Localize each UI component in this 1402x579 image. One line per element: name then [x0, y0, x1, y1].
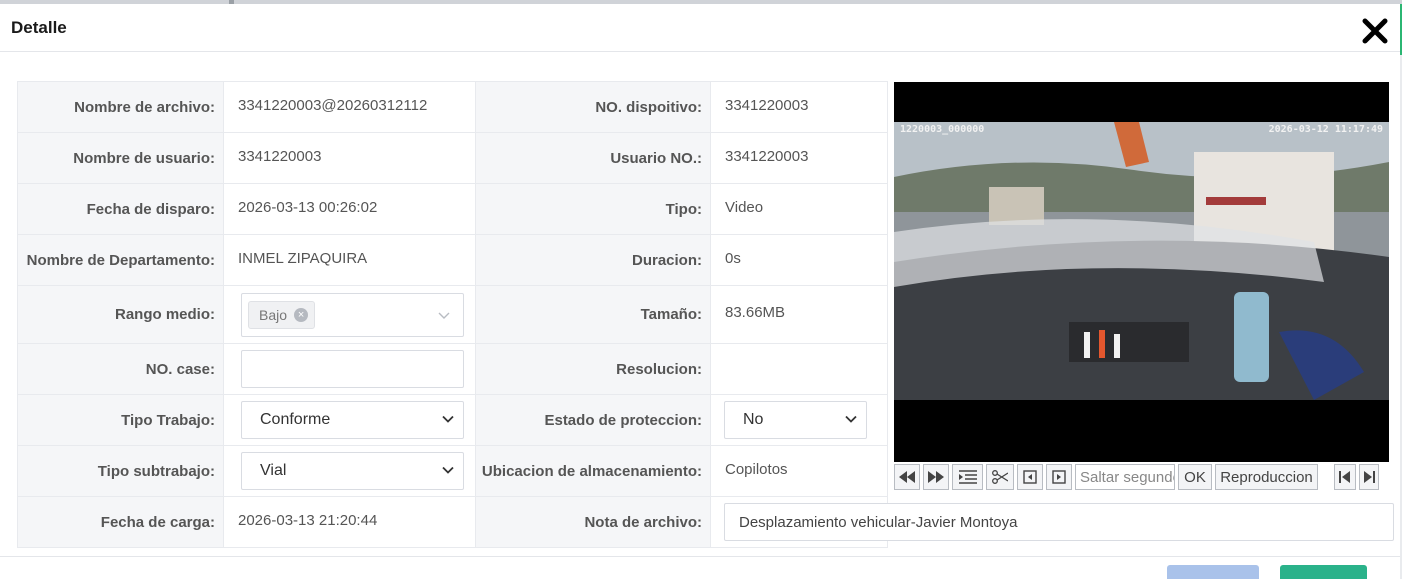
- video-player[interactable]: 1220003_000000 2026-03-12 11:17:49: [894, 82, 1389, 462]
- close-icon[interactable]: [1360, 16, 1390, 46]
- nota-archivo-text: Desplazamiento vehicular-Javier Montoya: [739, 513, 1018, 531]
- tipo-trabajo-selected: Conforme: [260, 411, 331, 428]
- label-tipo-subtrabajo: Tipo subtrabajo: [97, 462, 210, 480]
- video-osd-timestamp: 2026-03-12 11:17:49: [1268, 124, 1383, 135]
- label-no-dispositivo: NO. dispoitivo: [595, 98, 697, 116]
- label-tipo-trabajo: Tipo Trabajo: [121, 411, 210, 429]
- value-fecha-carga: 2026-03-13 21:20:44: [238, 511, 378, 529]
- scissors-icon[interactable]: [986, 464, 1014, 490]
- label-fecha-disparo: Fecha de disparo: [86, 200, 210, 218]
- tag-bajo: Bajo ×: [248, 300, 316, 329]
- cancel-button[interactable]: [1167, 565, 1259, 579]
- chevron-down-icon: [442, 415, 454, 423]
- label-usuario-no: Usuario NO.: [610, 149, 697, 167]
- detail-dialog: Detalle Nombre de archivo: 3341220003@20…: [0, 4, 1400, 579]
- video-frame: [894, 82, 1389, 462]
- dialog-footer-divider: [0, 556, 1400, 557]
- value-nombre-archivo: 3341220003@20260312112: [238, 96, 428, 114]
- playback-button[interactable]: Reproduccion: [1215, 464, 1318, 490]
- estado-proteccion-selected: No: [743, 411, 764, 428]
- label-tamano: Tamaño: [640, 306, 697, 323]
- label-rango-medio: Rango medio: [114, 306, 210, 323]
- ok-button[interactable]: OK: [1178, 464, 1212, 490]
- dialog-header: Detalle: [0, 4, 1400, 52]
- label-no-case: NO. case: [145, 360, 210, 378]
- remove-tag-icon[interactable]: ×: [294, 307, 309, 322]
- playlist-icon[interactable]: [952, 464, 983, 490]
- estado-proteccion-select[interactable]: No: [724, 401, 867, 439]
- chevron-down-icon: [845, 415, 857, 423]
- label-tipo: Tipo: [665, 200, 697, 218]
- value-departamento: INMEL ZIPAQUIRA: [238, 249, 368, 267]
- detail-form: Nombre de archivo: 3341220003@2026031211…: [17, 81, 1394, 548]
- value-tipo: Video: [725, 198, 764, 216]
- tipo-subtrabajo-selected: Vial: [260, 462, 287, 479]
- chevron-down-icon: [442, 466, 454, 474]
- last-icon[interactable]: [1359, 464, 1379, 490]
- rewind-icon[interactable]: [894, 464, 920, 490]
- label-departamento: Nombre de Departamento: [26, 251, 210, 269]
- nota-archivo-input[interactable]: Desplazamiento vehicular-Javier Montoya: [724, 503, 1394, 541]
- rango-medio-multiselect[interactable]: Bajo ×: [241, 292, 464, 337]
- label-nota-archivo: Nota de archivo: [584, 513, 697, 531]
- value-no-dispositivo: 3341220003: [725, 96, 809, 114]
- label-ubicacion: Ubicacion de almacenamiento: [481, 462, 697, 480]
- dialog-title: Detalle: [11, 18, 67, 37]
- confirm-button[interactable]: [1280, 565, 1367, 579]
- value-nombre-usuario: 3341220003: [238, 147, 322, 165]
- prev-frame-icon[interactable]: [1017, 464, 1043, 490]
- value-usuario-no: 3341220003: [725, 147, 809, 165]
- tipo-trabajo-select[interactable]: Conforme: [241, 401, 464, 439]
- value-ubicacion: Copilotos: [725, 460, 788, 478]
- label-duracion: Duracion: [631, 251, 697, 269]
- video-controls: Saltar segundos OK Reproduccion: [894, 464, 1389, 492]
- value-duracion: 0s: [725, 249, 741, 267]
- fast-forward-icon[interactable]: [923, 464, 949, 490]
- skip-seconds-input[interactable]: Saltar segundos: [1075, 464, 1175, 490]
- tag-bajo-label: Bajo: [259, 306, 288, 323]
- no-case-input[interactable]: [241, 350, 464, 388]
- chevron-down-icon: [438, 312, 450, 319]
- label-fecha-carga: Fecha de carga: [100, 513, 210, 531]
- label-resolucion: Resolucion: [616, 360, 697, 378]
- video-osd-device: 1220003_000000: [900, 124, 985, 135]
- first-icon[interactable]: [1334, 464, 1356, 490]
- label-estado-proteccion: Estado de proteccion: [544, 411, 697, 429]
- value-tamano: 83.66MB: [725, 304, 786, 321]
- next-frame-icon[interactable]: [1046, 464, 1072, 490]
- value-fecha-disparo: 2026-03-13 00:26:02: [238, 198, 378, 216]
- label-nombre-usuario: Nombre de usuario: [73, 149, 210, 167]
- label-nombre-archivo: Nombre de archivo: [74, 98, 210, 116]
- tipo-subtrabajo-select[interactable]: Vial: [241, 452, 464, 490]
